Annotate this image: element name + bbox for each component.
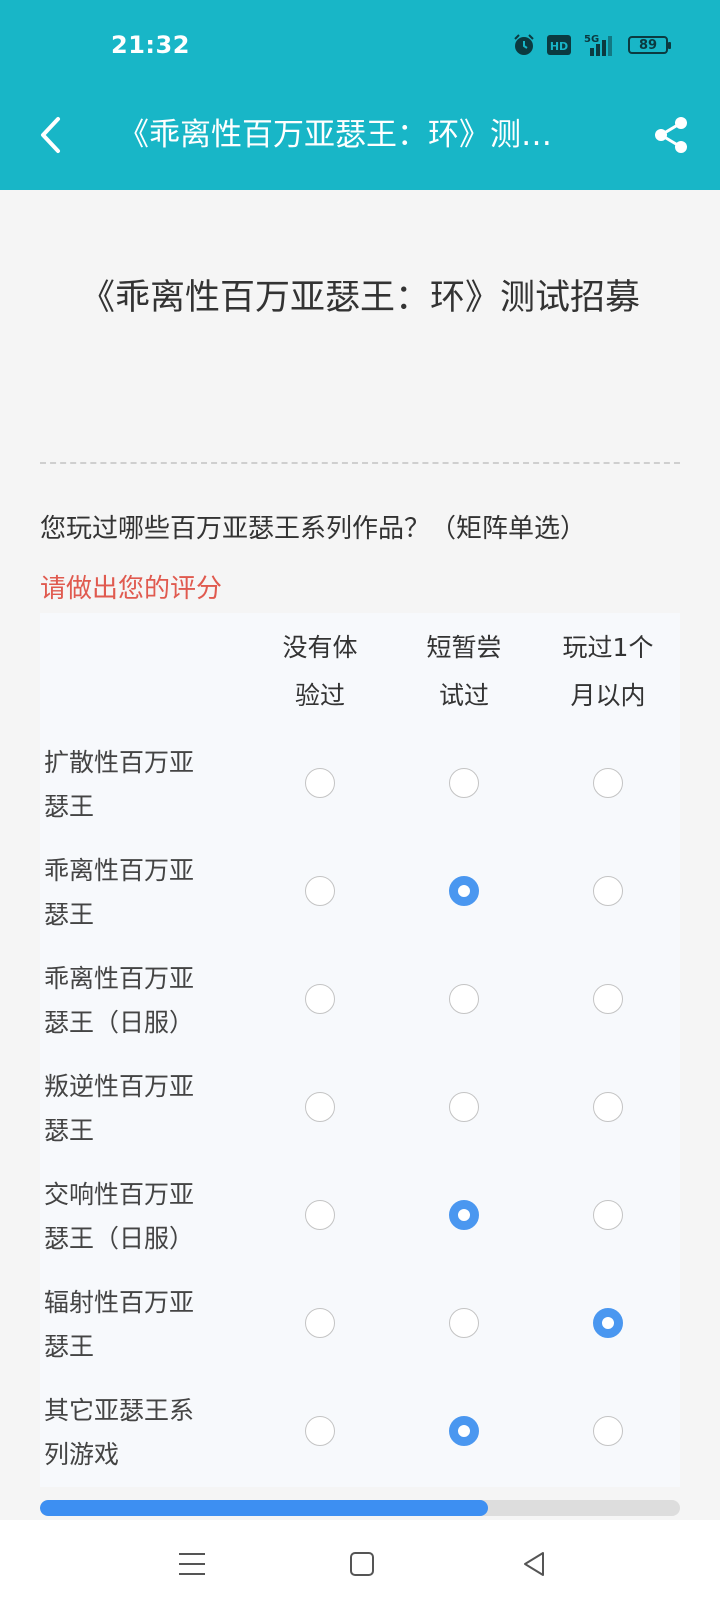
row-label-text: 扩散性百万亚瑟王: [44, 748, 195, 821]
radio-cell: [536, 1055, 680, 1163]
row-label-text: 辐射性百万亚瑟王: [44, 1288, 195, 1361]
radio-button[interactable]: [593, 1308, 623, 1338]
radio-cell: [536, 1379, 680, 1487]
matrix-row: 扩散性百万亚瑟王: [40, 731, 680, 839]
progress-bar: [40, 1500, 680, 1516]
radio-cell: [536, 1271, 680, 1379]
share-button[interactable]: [648, 112, 694, 158]
home-button[interactable]: [340, 1542, 384, 1586]
radio-button[interactable]: [593, 1200, 623, 1230]
progress-fill: [40, 1500, 488, 1516]
radio-cell: [248, 1379, 392, 1487]
menu-button[interactable]: [170, 1542, 214, 1586]
radio-cell: [248, 1163, 392, 1271]
triangle-back-icon: [524, 1552, 544, 1576]
question-text: 您玩过哪些百万亚瑟王系列作品？（矩阵单选）: [40, 514, 587, 544]
row-label: 乖离性百万亚瑟王: [40, 839, 248, 947]
nav-title: 《乖离性百万亚瑟王：环》测…: [118, 117, 552, 153]
radio-button[interactable]: [593, 876, 623, 906]
row-label-text: 乖离性百万亚瑟王（日服）: [44, 964, 195, 1037]
matrix-row: 辐射性百万亚瑟王: [40, 1271, 680, 1379]
row-label: 乖离性百万亚瑟王（日服）: [40, 947, 248, 1055]
radio-button[interactable]: [449, 876, 479, 906]
radio-button[interactable]: [305, 1200, 335, 1230]
row-label-text: 其它亚瑟王系列游戏: [44, 1396, 195, 1469]
radio-button[interactable]: [305, 984, 335, 1014]
radio-cell: [392, 731, 536, 839]
row-label: 扩散性百万亚瑟王: [40, 731, 248, 839]
battery-icon: 89: [628, 36, 671, 54]
radio-button[interactable]: [449, 984, 479, 1014]
battery-level: 89: [628, 36, 671, 54]
radio-cell: [392, 1055, 536, 1163]
radio-button[interactable]: [305, 876, 335, 906]
radio-cell: [392, 1163, 536, 1271]
matrix-table: 没有体验过 短暂尝试过 玩过1个月以内 扩散性百万亚瑟王 乖离性百万亚瑟王 乖离性百…: [40, 613, 680, 1487]
matrix-row: 乖离性百万亚瑟王: [40, 839, 680, 947]
matrix-row: 其它亚瑟王系列游戏: [40, 1379, 680, 1487]
radio-cell: [248, 947, 392, 1055]
radio-button[interactable]: [305, 1308, 335, 1338]
page-title: 《乖离性百万亚瑟王：环》测试招募: [79, 278, 640, 318]
radio-button[interactable]: [449, 1308, 479, 1338]
signal-5g-icon: 5G: [582, 32, 618, 58]
radio-button[interactable]: [305, 1416, 335, 1446]
radio-cell: [392, 947, 536, 1055]
radio-cell: [536, 839, 680, 947]
radio-button[interactable]: [305, 1092, 335, 1122]
app-header: 21:32 HD 5G 89 《乖离性百万亚瑟王：环》测…: [0, 0, 720, 190]
radio-cell: [392, 1271, 536, 1379]
radio-button[interactable]: [449, 768, 479, 798]
matrix-body: 扩散性百万亚瑟王 乖离性百万亚瑟王 乖离性百万亚瑟王（日服） 叛逆性百万亚瑟王 交响性百…: [40, 731, 680, 1487]
radio-cell: [536, 947, 680, 1055]
back-button[interactable]: [30, 110, 70, 160]
share-icon: [655, 117, 687, 153]
chevron-left-icon: [41, 117, 60, 153]
matrix-row: 乖离性百万亚瑟王（日服）: [40, 947, 680, 1055]
alarm-icon: [512, 33, 536, 57]
matrix-row: 交响性百万亚瑟王（日服）: [40, 1163, 680, 1271]
system-nav-bar: [0, 1520, 720, 1608]
row-label-text: 叛逆性百万亚瑟王: [44, 1072, 195, 1145]
hd-icon: HD: [546, 34, 572, 56]
column-header: 没有体验过: [282, 633, 358, 710]
column-header: 短暂尝试过: [426, 633, 502, 710]
row-label-text: 乖离性百万亚瑟王: [44, 856, 195, 929]
radio-button[interactable]: [593, 768, 623, 798]
column-header: 玩过1个月以内: [562, 633, 654, 710]
radio-button[interactable]: [593, 984, 623, 1014]
radio-cell: [248, 1271, 392, 1379]
home-square-icon: [350, 1552, 374, 1576]
matrix-corner: [40, 613, 248, 731]
radio-cell: [536, 731, 680, 839]
matrix-header-row: 没有体验过 短暂尝试过 玩过1个月以内: [40, 613, 680, 731]
radio-cell: [392, 839, 536, 947]
radio-button[interactable]: [449, 1200, 479, 1230]
row-label: 叛逆性百万亚瑟王: [40, 1055, 248, 1163]
row-label: 辐射性百万亚瑟王: [40, 1271, 248, 1379]
status-time: 21:32: [111, 31, 190, 59]
svg-text:HD: HD: [550, 40, 568, 53]
radio-cell: [248, 839, 392, 947]
radio-cell: [392, 1379, 536, 1487]
radio-button[interactable]: [449, 1416, 479, 1446]
row-label: 其它亚瑟王系列游戏: [40, 1379, 248, 1487]
row-label-text: 交响性百万亚瑟王（日服）: [44, 1180, 195, 1253]
radio-cell: [248, 731, 392, 839]
menu-icon: [179, 1553, 205, 1575]
radio-cell: [536, 1163, 680, 1271]
radio-button[interactable]: [305, 768, 335, 798]
matrix-row: 叛逆性百万亚瑟王: [40, 1055, 680, 1163]
divider: [40, 462, 680, 464]
radio-button[interactable]: [593, 1416, 623, 1446]
svg-text:5G: 5G: [584, 34, 599, 45]
radio-cell: [248, 1055, 392, 1163]
radio-button[interactable]: [449, 1092, 479, 1122]
status-icons: HD 5G 89: [512, 32, 671, 58]
back-nav-button[interactable]: [512, 1542, 556, 1586]
row-label: 交响性百万亚瑟王（日服）: [40, 1163, 248, 1271]
question-hint: 请做出您的评分: [40, 574, 223, 604]
radio-button[interactable]: [593, 1092, 623, 1122]
